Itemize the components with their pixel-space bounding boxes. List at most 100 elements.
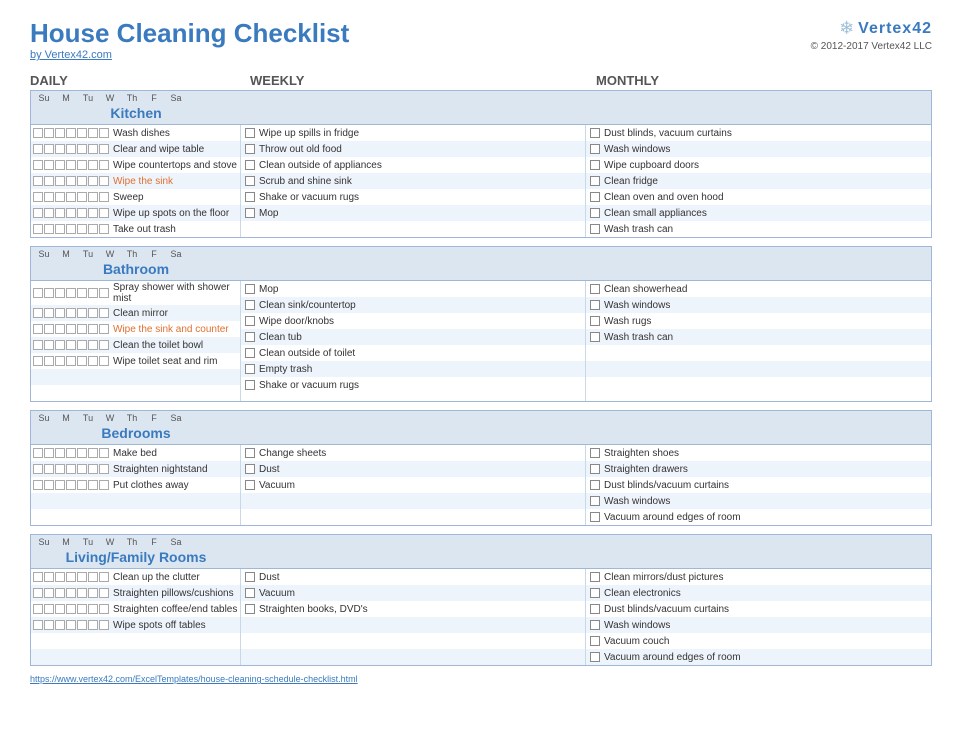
daily-checkbox[interactable] <box>44 288 54 298</box>
daily-checkbox[interactable] <box>33 572 43 582</box>
daily-checkbox[interactable] <box>99 480 109 490</box>
daily-checkbox[interactable] <box>44 144 54 154</box>
daily-checkbox[interactable] <box>44 176 54 186</box>
daily-checkbox[interactable] <box>55 208 65 218</box>
daily-checkbox[interactable] <box>55 480 65 490</box>
daily-checkbox[interactable] <box>55 464 65 474</box>
monthly-checkbox[interactable] <box>590 144 600 154</box>
daily-checkbox[interactable] <box>99 448 109 458</box>
footer-url[interactable]: https://www.vertex42.com/ExcelTemplates/… <box>30 674 932 684</box>
monthly-checkbox[interactable] <box>590 284 600 294</box>
daily-checkbox[interactable] <box>77 464 87 474</box>
daily-checkbox[interactable] <box>77 144 87 154</box>
daily-checkbox[interactable] <box>77 572 87 582</box>
daily-checkbox[interactable] <box>44 572 54 582</box>
daily-checkbox[interactable] <box>33 160 43 170</box>
daily-checkbox[interactable] <box>77 480 87 490</box>
daily-checkbox[interactable] <box>66 192 76 202</box>
daily-checkbox[interactable] <box>88 224 98 234</box>
weekly-checkbox[interactable] <box>245 448 255 458</box>
daily-checkbox[interactable] <box>77 356 87 366</box>
daily-checkbox[interactable] <box>44 464 54 474</box>
daily-checkbox[interactable] <box>77 604 87 614</box>
daily-checkbox[interactable] <box>66 288 76 298</box>
monthly-checkbox[interactable] <box>590 128 600 138</box>
monthly-checkbox[interactable] <box>590 160 600 170</box>
weekly-checkbox[interactable] <box>245 284 255 294</box>
daily-checkbox[interactable] <box>88 620 98 630</box>
daily-checkbox[interactable] <box>77 340 87 350</box>
daily-checkbox[interactable] <box>88 340 98 350</box>
weekly-checkbox[interactable] <box>245 572 255 582</box>
daily-checkbox[interactable] <box>44 448 54 458</box>
daily-checkbox[interactable] <box>66 340 76 350</box>
daily-checkbox[interactable] <box>99 588 109 598</box>
daily-checkbox[interactable] <box>33 128 43 138</box>
daily-checkbox[interactable] <box>66 480 76 490</box>
monthly-checkbox[interactable] <box>590 192 600 202</box>
daily-checkbox[interactable] <box>88 588 98 598</box>
daily-checkbox[interactable] <box>88 144 98 154</box>
daily-checkbox[interactable] <box>33 340 43 350</box>
daily-checkbox[interactable] <box>55 224 65 234</box>
daily-checkbox[interactable] <box>66 356 76 366</box>
daily-checkbox[interactable] <box>77 308 87 318</box>
daily-checkbox[interactable] <box>55 128 65 138</box>
daily-checkbox[interactable] <box>99 308 109 318</box>
daily-checkbox[interactable] <box>66 604 76 614</box>
daily-checkbox[interactable] <box>88 324 98 334</box>
daily-checkbox[interactable] <box>66 160 76 170</box>
daily-checkbox[interactable] <box>55 604 65 614</box>
daily-checkbox[interactable] <box>88 480 98 490</box>
daily-checkbox[interactable] <box>99 620 109 630</box>
daily-checkbox[interactable] <box>77 448 87 458</box>
daily-checkbox[interactable] <box>55 356 65 366</box>
daily-checkbox[interactable] <box>77 192 87 202</box>
daily-checkbox[interactable] <box>66 224 76 234</box>
daily-checkbox[interactable] <box>66 464 76 474</box>
daily-checkbox[interactable] <box>44 208 54 218</box>
daily-checkbox[interactable] <box>33 604 43 614</box>
daily-checkbox[interactable] <box>88 128 98 138</box>
weekly-checkbox[interactable] <box>245 588 255 598</box>
monthly-checkbox[interactable] <box>590 572 600 582</box>
daily-checkbox[interactable] <box>33 288 43 298</box>
daily-checkbox[interactable] <box>55 288 65 298</box>
daily-checkbox[interactable] <box>55 192 65 202</box>
daily-checkbox[interactable] <box>99 176 109 186</box>
weekly-checkbox[interactable] <box>245 480 255 490</box>
weekly-checkbox[interactable] <box>245 208 255 218</box>
daily-checkbox[interactable] <box>66 208 76 218</box>
weekly-checkbox[interactable] <box>245 300 255 310</box>
monthly-checkbox[interactable] <box>590 300 600 310</box>
daily-checkbox[interactable] <box>99 144 109 154</box>
daily-checkbox[interactable] <box>33 324 43 334</box>
daily-checkbox[interactable] <box>55 448 65 458</box>
daily-checkbox[interactable] <box>77 620 87 630</box>
weekly-checkbox[interactable] <box>245 464 255 474</box>
daily-checkbox[interactable] <box>77 160 87 170</box>
daily-checkbox[interactable] <box>44 604 54 614</box>
daily-checkbox[interactable] <box>66 572 76 582</box>
monthly-checkbox[interactable] <box>590 464 600 474</box>
daily-checkbox[interactable] <box>99 464 109 474</box>
daily-checkbox[interactable] <box>77 176 87 186</box>
daily-checkbox[interactable] <box>44 480 54 490</box>
monthly-checkbox[interactable] <box>590 652 600 662</box>
monthly-checkbox[interactable] <box>590 176 600 186</box>
monthly-checkbox[interactable] <box>590 636 600 646</box>
weekly-checkbox[interactable] <box>245 316 255 326</box>
daily-checkbox[interactable] <box>88 160 98 170</box>
daily-checkbox[interactable] <box>88 308 98 318</box>
weekly-checkbox[interactable] <box>245 604 255 614</box>
daily-checkbox[interactable] <box>33 480 43 490</box>
daily-checkbox[interactable] <box>88 208 98 218</box>
daily-checkbox[interactable] <box>66 176 76 186</box>
daily-checkbox[interactable] <box>33 588 43 598</box>
daily-checkbox[interactable] <box>88 572 98 582</box>
monthly-checkbox[interactable] <box>590 512 600 522</box>
daily-checkbox[interactable] <box>33 448 43 458</box>
daily-checkbox[interactable] <box>99 340 109 350</box>
daily-checkbox[interactable] <box>88 356 98 366</box>
daily-checkbox[interactable] <box>33 356 43 366</box>
